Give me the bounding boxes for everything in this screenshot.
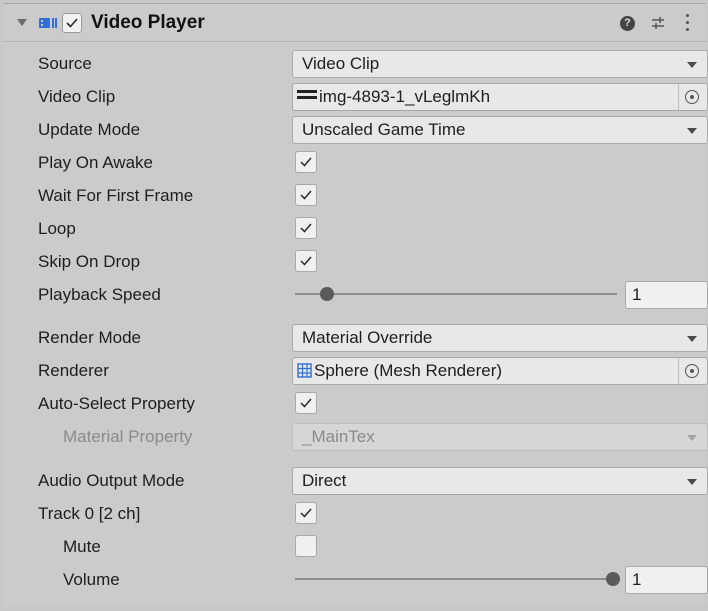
playback-speed-input[interactable]: 1 bbox=[625, 281, 708, 309]
video-clip-icon bbox=[297, 90, 317, 99]
renderer-value: Sphere (Mesh Renderer) bbox=[314, 361, 503, 380]
audio-output-mode-label: Audio Output Mode bbox=[38, 471, 185, 490]
row-wait-first-frame: Wait For First Frame bbox=[3, 180, 706, 212]
row-render-mode: Render Mode Material Override bbox=[3, 322, 708, 354]
material-property-label: Material Property bbox=[63, 427, 193, 446]
track0-checkbox[interactable] bbox=[295, 502, 317, 524]
video-player-inspector: Video Player ? Source Video Clip Video C… bbox=[3, 3, 708, 605]
component-enabled-checkbox[interactable] bbox=[62, 13, 82, 33]
volume-slider-track[interactable] bbox=[295, 578, 613, 580]
skip-on-drop-checkbox[interactable] bbox=[295, 250, 317, 272]
play-on-awake-label: Play On Awake bbox=[38, 153, 153, 172]
object-picker-icon[interactable] bbox=[685, 364, 699, 378]
playback-speed-slider-knob[interactable] bbox=[320, 287, 335, 301]
row-volume: Volume 1 bbox=[3, 564, 708, 596]
row-source: Source Video Clip bbox=[3, 48, 708, 80]
dropdown-arrow-icon bbox=[687, 62, 697, 68]
row-loop: Loop bbox=[3, 213, 706, 245]
update-mode-label: Update Mode bbox=[38, 120, 141, 139]
row-auto-select: Auto-Select Property bbox=[3, 388, 706, 420]
wait-first-frame-label: Wait For First Frame bbox=[38, 186, 194, 205]
track0-label: Track 0 [2 ch] bbox=[38, 504, 141, 523]
auto-select-checkbox[interactable] bbox=[295, 392, 317, 414]
source-dropdown[interactable]: Video Clip bbox=[292, 50, 708, 78]
dropdown-arrow-icon bbox=[687, 435, 697, 441]
video-clip-value-wrap: img-4893-1_vLeglmKh bbox=[297, 87, 490, 107]
renderer-object-field[interactable]: Sphere (Mesh Renderer) bbox=[292, 357, 708, 385]
playback-speed-slider-track[interactable] bbox=[295, 293, 617, 295]
update-mode-value: Unscaled Game Time bbox=[302, 120, 466, 139]
auto-select-label: Auto-Select Property bbox=[38, 394, 195, 413]
component-title: Video Player bbox=[91, 12, 205, 33]
video-player-icon bbox=[38, 15, 58, 31]
wait-first-frame-checkbox[interactable] bbox=[295, 184, 317, 206]
row-skip-on-drop: Skip On Drop bbox=[3, 246, 706, 278]
renderer-label: Renderer bbox=[38, 361, 109, 380]
render-mode-value: Material Override bbox=[302, 328, 433, 347]
video-clip-value: img-4893-1_vLeglmKh bbox=[319, 87, 491, 106]
preset-sliders-icon[interactable] bbox=[650, 15, 666, 31]
foldout-arrow-icon[interactable] bbox=[17, 19, 27, 26]
kebab-menu-icon[interactable] bbox=[684, 14, 690, 32]
playback-speed-label: Playback Speed bbox=[38, 285, 161, 304]
dropdown-arrow-icon bbox=[687, 479, 697, 485]
play-on-awake-checkbox[interactable] bbox=[295, 151, 317, 173]
volume-label: Volume bbox=[63, 570, 120, 589]
renderer-value-wrap: Sphere (Mesh Renderer) bbox=[297, 361, 502, 381]
row-update-mode: Update Mode Unscaled Game Time bbox=[3, 114, 708, 146]
loop-checkbox[interactable] bbox=[295, 217, 317, 239]
loop-label: Loop bbox=[38, 219, 76, 238]
source-label: Source bbox=[38, 54, 92, 73]
object-field-separator bbox=[678, 358, 679, 384]
render-mode-label: Render Mode bbox=[38, 328, 142, 347]
row-video-clip: Video Clip img-4893-1_vLeglmKh bbox=[3, 81, 708, 113]
row-mute: Mute bbox=[3, 531, 706, 563]
object-picker-icon[interactable] bbox=[685, 90, 699, 104]
volume-slider-knob[interactable] bbox=[606, 572, 620, 586]
render-mode-dropdown[interactable]: Material Override bbox=[292, 324, 708, 352]
audio-output-mode-value: Direct bbox=[302, 471, 347, 490]
audio-output-mode-dropdown[interactable]: Direct bbox=[292, 467, 708, 495]
object-field-separator bbox=[678, 84, 679, 110]
update-mode-dropdown[interactable]: Unscaled Game Time bbox=[292, 116, 708, 144]
video-clip-object-field[interactable]: img-4893-1_vLeglmKh bbox=[292, 83, 708, 111]
dropdown-arrow-icon bbox=[687, 128, 697, 134]
help-icon[interactable]: ? bbox=[620, 16, 635, 31]
mesh-renderer-icon bbox=[297, 363, 312, 378]
material-property-value: _MainTex bbox=[302, 427, 375, 446]
row-audio-output-mode: Audio Output Mode Direct bbox=[3, 465, 708, 497]
source-value: Video Clip bbox=[302, 54, 380, 73]
volume-value: 1 bbox=[632, 570, 642, 589]
row-track0: Track 0 [2 ch] bbox=[3, 498, 706, 530]
volume-input[interactable]: 1 bbox=[625, 566, 708, 594]
row-playback-speed: Playback Speed 1 bbox=[3, 279, 708, 311]
video-clip-label: Video Clip bbox=[38, 87, 116, 106]
component-header[interactable]: Video Player ? bbox=[3, 4, 706, 42]
skip-on-drop-label: Skip On Drop bbox=[38, 252, 141, 271]
dropdown-arrow-icon bbox=[687, 336, 697, 342]
mute-checkbox[interactable] bbox=[295, 535, 317, 557]
row-renderer: Renderer Sphere (Mesh Renderer) bbox=[3, 355, 708, 387]
row-material-property: Material Property _MainTex bbox=[3, 421, 708, 453]
row-play-on-awake: Play On Awake bbox=[3, 147, 706, 179]
material-property-dropdown: _MainTex bbox=[292, 423, 708, 451]
mute-label: Mute bbox=[63, 537, 101, 556]
playback-speed-value: 1 bbox=[632, 285, 642, 304]
